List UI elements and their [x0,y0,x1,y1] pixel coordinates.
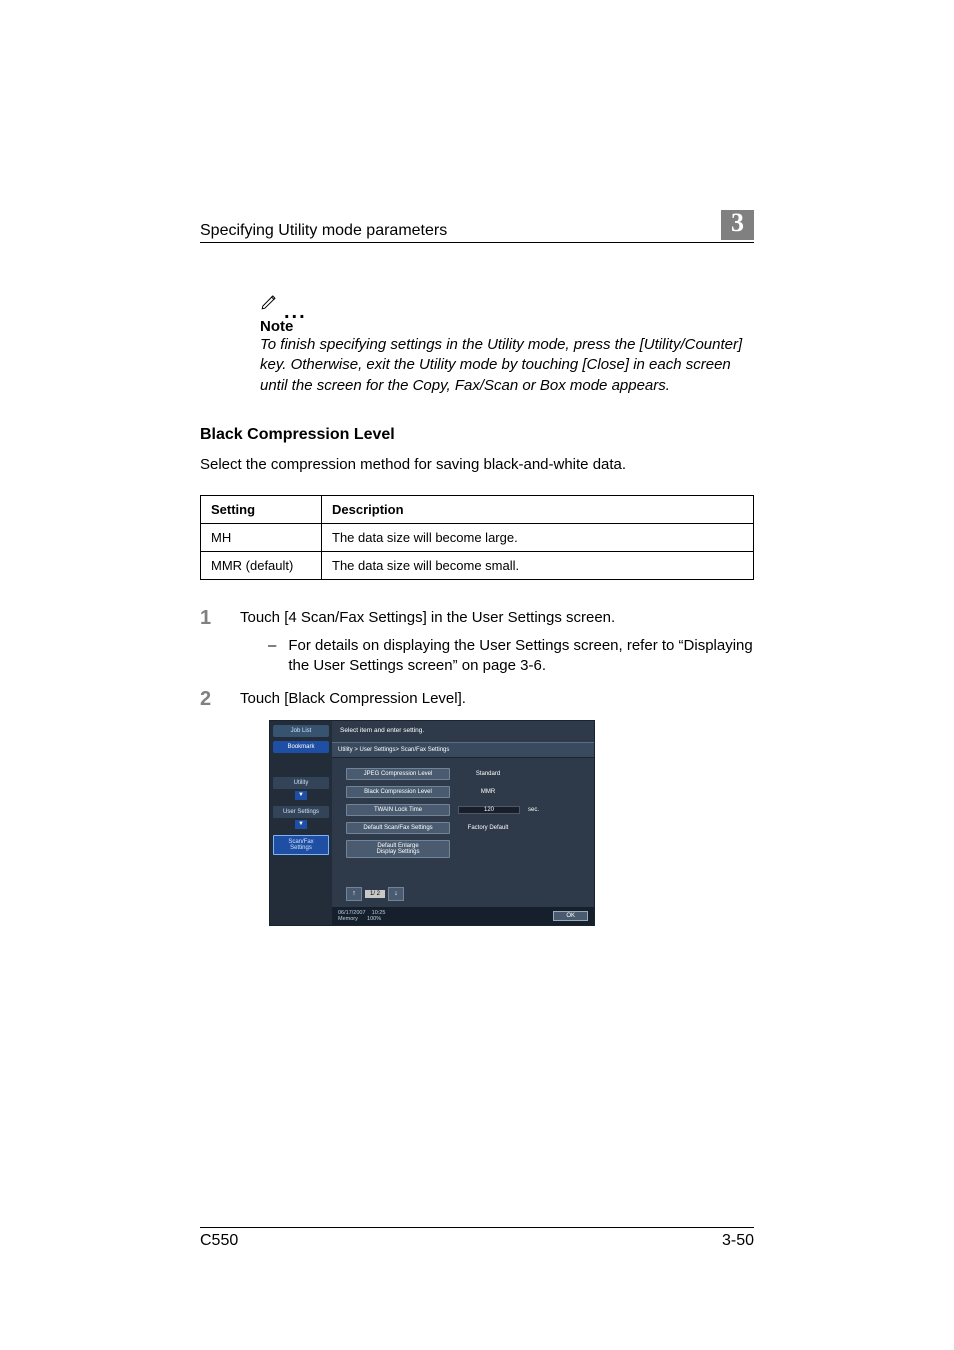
unit-sec: sec. [528,807,539,813]
section-intro: Select the compression method for saving… [200,456,754,473]
th-description: Description [322,495,754,523]
page-indicator: 1/ 2 [365,890,385,898]
footer-page: 3-50 [722,1232,754,1250]
tab-job-list[interactable]: Job List [273,725,329,737]
status-memory-value: 100% [367,916,381,922]
val-default-scanfax: Factory Default [458,825,518,831]
ok-button[interactable]: OK [553,911,588,921]
crumb-scan-fax-settings[interactable]: Scan/Fax Settings [273,835,329,855]
cell-setting: MMR (default) [201,551,322,579]
device-screenshot: Job List Bookmark Utility ▼ User Setting… [270,721,594,925]
header-rule [200,242,754,243]
dash-bullet: – [268,636,276,677]
step-number: 2 [200,689,220,709]
cell-description: The data size will become large. [322,523,754,551]
ui-breadcrumb: Utility > User Settings> Scan/Fax Settin… [332,742,594,758]
step-text: Touch [4 Scan/Fax Settings] in the User … [240,608,754,628]
pencil-icon [260,293,278,316]
btn-default-enlarge[interactable]: Default Enlarge Display Settings [346,840,450,859]
chevron-down-icon: ▼ [295,820,307,829]
btn-black-compression[interactable]: Black Compression Level [346,786,450,798]
chapter-number: 3 [721,210,754,240]
chevron-down-icon: ▼ [295,791,307,800]
crumb-utility[interactable]: Utility [273,777,329,789]
btn-twain-lock[interactable]: TWAIN Lock Time [346,804,450,816]
running-header: Specifying Utility mode parameters [200,222,447,240]
th-setting: Setting [201,495,322,523]
section-heading: Black Compression Level [200,426,754,444]
status-memory-label: Memory [338,916,358,922]
note-label: Note [260,318,754,335]
step-subtext: For details on displaying the User Setti… [288,636,754,677]
table-row: MH The data size will become large. [201,523,754,551]
btn-jpeg-compression[interactable]: JPEG Compression Level [346,768,450,780]
step-number: 1 [200,608,220,677]
cell-description: The data size will become small. [322,551,754,579]
val-black-compression: MMR [458,789,518,795]
cell-setting: MH [201,523,322,551]
val-twain-lock: 120 [458,806,520,814]
footer-rule [200,1227,754,1228]
step-text: Touch [Black Compression Level]. [240,689,754,709]
crumb-user-settings[interactable]: User Settings [273,806,329,818]
page-up-button[interactable]: ↑ [346,887,362,901]
tab-bookmark[interactable]: Bookmark [273,741,329,753]
ui-prompt: Select item and enter setting. [332,721,594,742]
ellipsis-icon: ... [284,308,307,316]
note-text: To finish specifying settings in the Uti… [260,335,754,396]
settings-table: Setting Description MH The data size wil… [200,495,754,580]
btn-default-scanfax[interactable]: Default Scan/Fax Settings [346,822,450,834]
footer-model: C550 [200,1232,238,1250]
table-row: MMR (default) The data size will become … [201,551,754,579]
val-jpeg-compression: Standard [458,771,518,777]
page-down-button[interactable]: ↓ [388,887,404,901]
